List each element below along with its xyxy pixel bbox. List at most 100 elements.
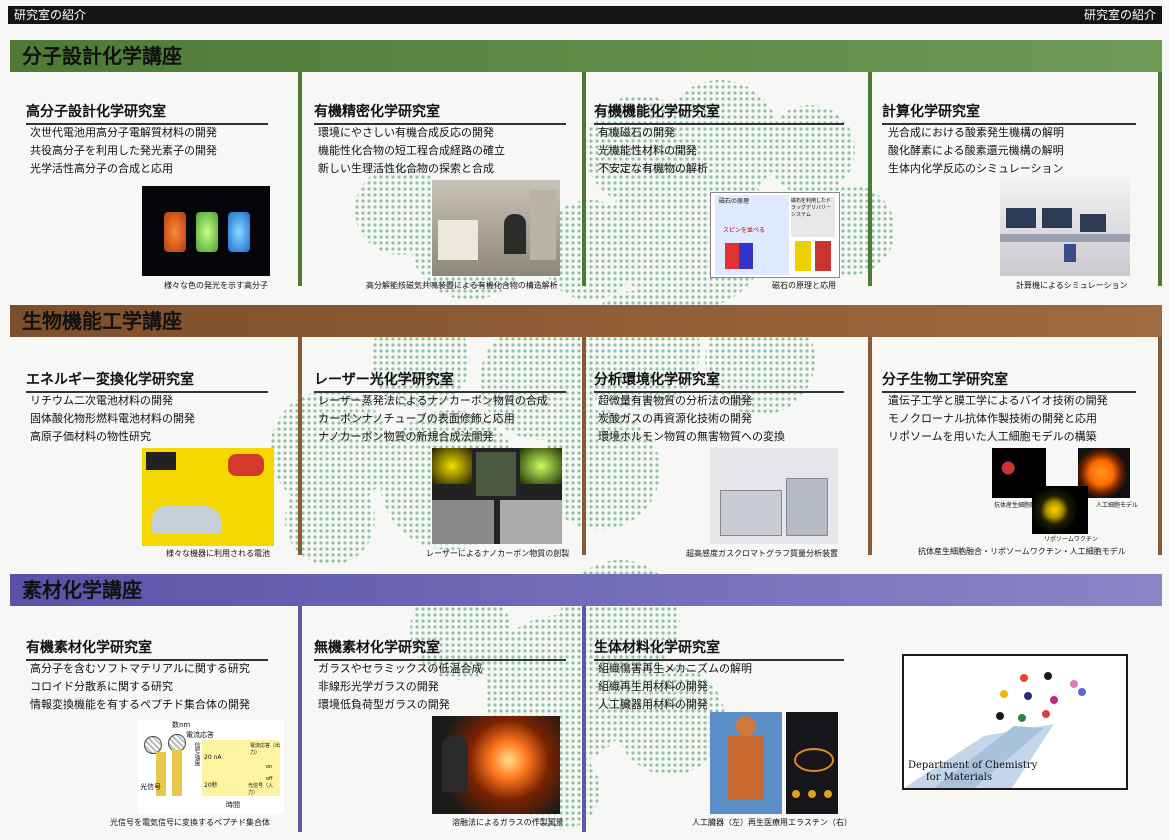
elastin-bead xyxy=(824,790,832,798)
vial-green xyxy=(196,212,218,252)
lab-research-list: 高分子を含むソフトマテリアルに関する研究 コロイド分散系に関する研究 情報変換機… xyxy=(30,660,250,714)
photo-caption: レーザーによるナノカーボン物質の創製 xyxy=(426,549,570,558)
lab-photo xyxy=(476,452,516,496)
divider xyxy=(582,72,586,286)
lab-title: 有機精密化学研究室 xyxy=(314,101,566,125)
on-label: on xyxy=(266,764,273,770)
list-item: リチウム二次電池材料の開発 xyxy=(30,394,173,407)
monitor xyxy=(1042,208,1072,228)
list-item: 環境にやさしい有機合成反応の開発 xyxy=(318,126,494,139)
lab-research-list: 組織傷害再生メカニズムの解明 組織再生用材料の開発 人工臓器用材料の開発 xyxy=(598,660,752,714)
lab-title: 生体材料化学研究室 xyxy=(594,637,844,661)
organ-head xyxy=(736,716,756,736)
photo-artificial-organs xyxy=(710,712,782,814)
photo-caption: 様々な色の発光を示す高分子 xyxy=(164,281,268,290)
magnet-subtitle: スピンを並べる xyxy=(723,227,766,234)
divider xyxy=(298,72,302,286)
photo-liposome-vaccine xyxy=(1032,486,1088,534)
lab-title: 分析環境化学研究室 xyxy=(594,369,844,393)
current-label: 電流応答 xyxy=(186,731,214,739)
person-figure xyxy=(504,214,526,254)
list-item: 情報変換機能を有するペプチド集合体の開発 xyxy=(30,698,250,711)
lab-research-list: 有機磁石の開発 光機能性材料の開発 不安定な有機物の解析 xyxy=(598,124,708,178)
microscope-image xyxy=(432,500,494,544)
lab-title: 分子生物工学研究室 xyxy=(882,369,1136,393)
list-item: 組織傷害再生メカニズムの解明 xyxy=(598,662,752,675)
desk xyxy=(1000,234,1130,242)
vial-blue xyxy=(228,212,250,252)
list-item: 有機磁石の開発 xyxy=(598,126,675,139)
header-left-label: 研究室の紹介 xyxy=(14,8,87,22)
signal-axis-label: 信号強度 xyxy=(193,742,200,766)
peptide-column xyxy=(172,750,182,796)
lab-title: レーザー光化学研究室 xyxy=(314,369,566,393)
magnet-north xyxy=(725,243,739,269)
list-item: 組織再生用材料の開発 xyxy=(598,680,708,693)
list-item: 遺伝子工学と膜工学によるバイオ技術の開発 xyxy=(888,394,1108,407)
photo-label: リポソームワクチン xyxy=(1044,536,1098,543)
divider xyxy=(868,72,872,286)
list-item: ナノカーボン物質の新規合成法開発 xyxy=(318,430,494,443)
photo-battery-devices xyxy=(142,448,274,546)
photo-luminescent-polymers xyxy=(142,186,270,276)
signal-plot: 20 nA 電流応答（出力） on off 20秒 光信号（入力） xyxy=(202,740,280,796)
car xyxy=(152,506,222,534)
divider xyxy=(1158,72,1162,286)
magnet-south xyxy=(739,243,753,269)
nanotube-model xyxy=(520,448,562,484)
lab-research-list: 超微量有害物質の分析法の開発 炭酸ガスの再資源化技術の開発 環境ホルモン物質の無… xyxy=(598,392,785,446)
diagram-magnet-principle: 磁石の原理 スピンを並べる 磁石を利用したドラッグデリバリーシステム xyxy=(710,192,840,278)
section-title-materials: 素材化学講座 xyxy=(10,574,1162,606)
elastin-bead xyxy=(792,790,800,798)
photo-caption: 抗体産生細胞融合・リポソームワクチン・人工細胞モデル xyxy=(918,547,1126,556)
monitor xyxy=(1080,214,1106,232)
photo-caption: 高分解能核磁気共鳴装置による有機化合物の構造解析 xyxy=(366,281,558,290)
magnet-title: 磁石の原理 xyxy=(719,198,750,205)
lab-research-list: 遺伝子工学と膜工学によるバイオ技術の開発 モノクローナル抗体作製技術の開発と応用… xyxy=(888,392,1108,446)
monitor xyxy=(1006,208,1036,228)
light-signal-label: 光信号 xyxy=(140,783,161,791)
vial-orange xyxy=(164,212,186,252)
lab-title: 有機素材化学研究室 xyxy=(26,637,268,661)
list-item: カーボンナノチューブの表面修飾と応用 xyxy=(318,412,515,425)
list-item: 環境ホルモン物質の無害物質への変換 xyxy=(598,430,785,443)
section-title-bio-engineering: 生物機能工学講座 xyxy=(10,305,1162,337)
list-item: リポソームを用いた人工細胞モデルの構築 xyxy=(888,430,1097,443)
photo-laser-nanocarbon xyxy=(432,448,562,544)
lab-title: 無機素材化学研究室 xyxy=(314,637,566,661)
photo-caption: 人工臓器（左）再生医療用エラスチン（右） xyxy=(692,818,852,827)
photo-caption: 超高感度ガスクロマトグラフ質量分析装置 xyxy=(686,549,838,558)
list-item: 不安定な有機物の解析 xyxy=(598,162,708,175)
list-item: 酸化酵素による酸素還元機構の解明 xyxy=(888,144,1064,157)
photo-caption: 磁石の原理と応用 xyxy=(772,281,836,290)
magnet-apply-label: 磁石を利用したドラッグデリバリーシステム xyxy=(791,197,835,237)
list-item: 高分子を含むソフトマテリアルに関する研究 xyxy=(30,662,250,675)
list-item: 非線形光学ガラスの開発 xyxy=(318,680,439,693)
organ-body xyxy=(728,736,764,800)
list-item: 超微量有害物質の分析法の開発 xyxy=(598,394,752,407)
photo-caption: 溶融法によるガラスの作製風景 xyxy=(452,818,564,827)
list-item: 光機能性材料の開発 xyxy=(598,144,697,157)
list-item: 環境低負荷型ガラスの開発 xyxy=(318,698,450,711)
equipment xyxy=(530,190,556,260)
diagram-peptide-assembly: 数nm 電流応答 光信号 信号強度 20 nA 電流応答（出力） on off … xyxy=(138,720,284,814)
scale-label: 20秒 xyxy=(204,782,218,789)
photo-label: 人工細胞モデル xyxy=(1096,502,1139,509)
logo-text: Department of Chemistry for Materials xyxy=(908,760,1037,784)
laptop xyxy=(146,452,176,470)
photo-nmr-lab xyxy=(432,180,560,276)
lab-research-list: ガラスやセラミックスの低温合成 非線形光学ガラスの開発 環境低負荷型ガラスの開発 xyxy=(318,660,482,714)
list-item: 次世代電池用高分子電解質材料の開発 xyxy=(30,126,217,139)
list-item: 生体内化学反応のシミュレーション xyxy=(888,162,1064,175)
photo-gc-ms-instrument xyxy=(710,448,838,544)
elastin-sample xyxy=(794,748,834,772)
list-item: 共役高分子を利用した発光素子の開発 xyxy=(30,144,217,157)
photo-caption: 光信号を電気信号に変換するペプチド集合体 xyxy=(110,818,270,827)
logo-line-2: for Materials xyxy=(926,772,993,783)
scale-label: 20 nA xyxy=(204,754,222,761)
list-item: 光合成における酸素発生機構の解明 xyxy=(888,126,1064,139)
scale-label: 数nm xyxy=(172,721,191,729)
instrument-body xyxy=(786,478,828,536)
nmr-console xyxy=(438,220,478,260)
list-item: レーザー蒸発法によるナノカーボン物質の合成 xyxy=(318,394,548,407)
